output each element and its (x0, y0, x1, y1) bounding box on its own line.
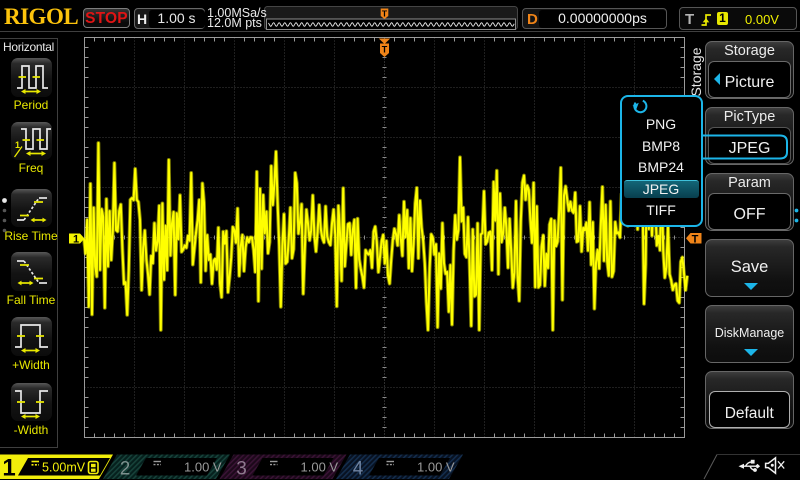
svg-text:5.00mV: 5.00mV (42, 461, 86, 475)
svg-text:1: 1 (2, 455, 15, 480)
svg-text:1.00 V: 1.00 V (417, 460, 455, 475)
svg-text:3: 3 (236, 459, 247, 480)
svg-text:2: 2 (120, 459, 131, 480)
svg-text:4: 4 (353, 459, 364, 480)
svg-text:1.00 V: 1.00 V (301, 460, 339, 475)
svg-text:1: 1 (73, 234, 79, 246)
svg-text:T: T (692, 234, 699, 246)
svg-text:T: T (382, 45, 388, 55)
svg-text:1: 1 (15, 140, 20, 150)
svg-text:T: T (382, 8, 388, 18)
svg-text:1.00 V: 1.00 V (184, 460, 222, 475)
